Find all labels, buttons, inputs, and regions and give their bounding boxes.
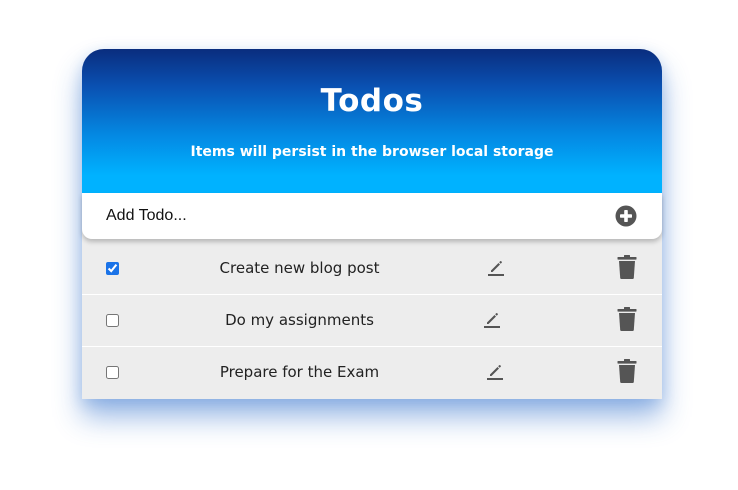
todo-list: Create new blog post Do my assignments P… — [82, 243, 662, 399]
todo-item: Do my assignments — [82, 295, 662, 347]
trash-icon[interactable] — [617, 359, 637, 383]
todo-label: Prepare for the Exam — [219, 363, 380, 381]
todo-checkbox[interactable] — [106, 262, 119, 275]
todo-checkbox[interactable] — [106, 366, 119, 379]
todo-item: Prepare for the Exam — [82, 347, 662, 399]
page-title: Todos — [320, 83, 424, 119]
page-subtitle: Items will persist in the browser local … — [190, 144, 554, 160]
plus-circle-icon[interactable] — [615, 205, 637, 227]
todo-checkbox[interactable] — [106, 314, 119, 327]
todo-item: Create new blog post — [82, 243, 662, 295]
pencil-icon[interactable] — [487, 258, 505, 276]
pencil-icon[interactable] — [486, 362, 504, 380]
trash-icon[interactable] — [617, 307, 637, 331]
add-todo-input[interactable] — [94, 199, 594, 233]
header: Todos Items will persist in the browser … — [82, 49, 662, 193]
add-todo-bar — [82, 193, 662, 239]
todo-card: Todos Items will persist in the browser … — [82, 49, 662, 399]
todo-label: Do my assignments — [225, 311, 374, 329]
todo-label: Create new blog post — [219, 259, 380, 277]
trash-icon[interactable] — [617, 255, 637, 279]
pencil-icon[interactable] — [483, 310, 501, 328]
